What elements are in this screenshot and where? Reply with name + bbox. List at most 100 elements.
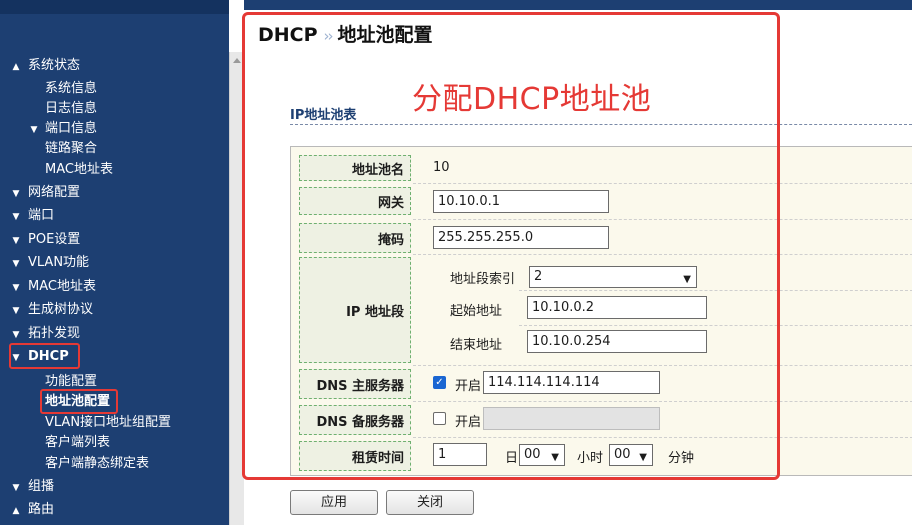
start-address-label: 起始地址	[450, 304, 503, 319]
row-divider	[413, 365, 912, 366]
pool-form-panel: 地址池名 10 网关 10.10.0.1 掩码 255.255.255.0 IP…	[290, 146, 912, 476]
sidebar-item-routing[interactable]: ▲ 路由	[0, 501, 54, 520]
breadcrumb-separator-icon: ››	[323, 27, 334, 45]
sidebar-item-log-info[interactable]: 日志信息	[45, 100, 97, 118]
sidebar-topbar	[0, 0, 229, 14]
sidebar-item-system-status[interactable]: ▲ 系统状态	[0, 57, 80, 76]
mask-input[interactable]: 255.255.255.0	[433, 226, 609, 249]
sidebar-item-label: VLAN功能	[28, 255, 90, 270]
chevron-down-icon: ▼	[12, 236, 20, 246]
start-address-input[interactable]: 10.10.0.2	[527, 296, 707, 319]
sidebar-item-label: 生成树协议	[28, 302, 94, 317]
apply-button[interactable]: 应用	[290, 490, 378, 515]
end-address-label: 结束地址	[450, 338, 503, 353]
lease-hours-select[interactable]: 00 ▼	[519, 444, 565, 466]
gateway-input[interactable]: 10.10.0.1	[433, 190, 609, 213]
page-title: 地址池配置	[337, 24, 433, 46]
row-divider	[413, 401, 912, 402]
range-index-value: 2	[534, 269, 543, 284]
mask-label: 掩码	[299, 223, 411, 253]
sidebar-item-mac-table-sub[interactable]: MAC地址表	[45, 161, 113, 179]
sidebar-item-port-info[interactable]: ▼ 端口信息	[31, 120, 98, 139]
range-index-label: 地址段索引	[450, 272, 516, 287]
ip-range-label: IP 地址段	[299, 257, 411, 363]
dns-primary-label: DNS 主服务器	[299, 369, 411, 399]
chevron-down-icon: ▼	[12, 212, 20, 222]
sidebar-item-spanning-tree[interactable]: ▼ 生成树协议	[0, 301, 93, 320]
sidebar-item-label: 网络配置	[28, 185, 81, 200]
annotation-text: 分配DHCP地址池	[412, 82, 652, 117]
chevron-up-icon: ▲	[12, 506, 20, 516]
row-divider	[413, 437, 912, 438]
row-divider	[413, 219, 912, 220]
checkmark-icon: ✓	[435, 377, 444, 388]
sidebar-item-multicast[interactable]: ▼ 组播	[0, 478, 54, 497]
dns-secondary-checkbox[interactable]	[433, 412, 446, 425]
top-band	[244, 0, 912, 10]
dns-primary-checkbox[interactable]: ✓	[433, 376, 446, 389]
sidebar: ▲ 系统状态 系统信息 日志信息 ▼ 端口信息 链路聚合 MAC地址表 ▼ 网络配置 …	[0, 0, 229, 525]
scrollbar-top-gap	[229, 0, 244, 52]
sidebar-item-mac-table[interactable]: ▼ MAC地址表	[0, 278, 96, 297]
sidebar-item-topology[interactable]: ▼ 拓扑发现	[0, 325, 80, 344]
dns-primary-input[interactable]: 114.114.114.114	[483, 371, 660, 394]
chevron-down-icon: ▼	[12, 330, 20, 340]
sidebar-item-label: 路由	[28, 502, 55, 517]
sidebar-item-system-info[interactable]: 系统信息	[45, 80, 97, 98]
section-divider	[290, 124, 912, 125]
chevron-down-icon: ▼	[683, 274, 691, 285]
sidebar-item-client-list[interactable]: 客户端列表	[45, 434, 110, 452]
breadcrumb-section: DHCP	[258, 24, 318, 46]
row-divider	[413, 183, 912, 184]
chevron-down-icon: ▼	[12, 259, 20, 269]
sidebar-scrollbar[interactable]	[229, 52, 244, 525]
sidebar-item-label: 系统状态	[28, 58, 81, 73]
pool-name-label: 地址池名	[299, 155, 411, 181]
dns-secondary-label: DNS 备服务器	[299, 405, 411, 435]
section-title: IP地址池表	[290, 108, 357, 123]
sidebar-item-label: 拓扑发现	[28, 326, 81, 341]
lease-hours-value: 00	[524, 447, 541, 462]
chevron-down-icon: ▼	[12, 283, 20, 293]
chevron-up-icon: ▲	[12, 62, 20, 72]
lease-minutes-select[interactable]: 00 ▼	[609, 444, 653, 466]
lease-time-label: 租赁时间	[299, 441, 411, 471]
range-index-select[interactable]: 2 ▼	[529, 266, 697, 288]
pool-config-highlight-box	[40, 389, 118, 414]
sidebar-item-port[interactable]: ▼ 端口	[0, 207, 54, 226]
end-address-input[interactable]: 10.10.0.254	[527, 330, 707, 353]
chevron-down-icon: ▼	[12, 306, 20, 316]
sidebar-item-link-aggregation[interactable]: 链路聚合	[45, 140, 97, 158]
close-button[interactable]: 关闭	[386, 490, 474, 515]
chevron-down-icon: ▼	[12, 189, 20, 199]
sidebar-item-label: 端口信息	[45, 121, 98, 136]
sidebar-item-label: 组播	[28, 479, 55, 494]
chevron-down-icon: ▼	[551, 452, 559, 463]
dns-secondary-input[interactable]	[483, 407, 660, 430]
sidebar-item-vlan-interface-pool[interactable]: VLAN接口地址组配置	[45, 414, 171, 432]
pool-name-value: 10	[433, 160, 450, 175]
dns-secondary-enable-label: 开启	[455, 415, 482, 430]
sidebar-item-label: POE设置	[28, 232, 81, 247]
row-divider	[413, 254, 912, 255]
lease-days-unit: 日	[505, 451, 519, 466]
sidebar-item-vlan[interactable]: ▼ VLAN功能	[0, 254, 90, 273]
sidebar-item-client-static-binding[interactable]: 客户端静态绑定表	[45, 455, 149, 473]
lease-minutes-value: 00	[614, 447, 631, 462]
lease-days-input[interactable]: 1	[433, 443, 487, 466]
sidebar-item-label: 端口	[28, 208, 55, 223]
gateway-label: 网关	[299, 187, 411, 215]
sidebar-item-poe[interactable]: ▼ POE设置	[0, 231, 81, 250]
chevron-down-icon: ▼	[12, 483, 20, 493]
row-divider	[519, 325, 912, 326]
sidebar-item-network-config[interactable]: ▼ 网络配置	[0, 184, 80, 203]
dns-primary-enable-label: 开启	[455, 379, 482, 394]
chevron-down-icon: ▼	[30, 125, 38, 135]
chevron-down-icon: ▼	[639, 452, 647, 463]
scroll-up-icon[interactable]	[233, 58, 241, 63]
dhcp-highlight-box	[9, 343, 80, 369]
lease-minutes-unit: 分钟	[668, 451, 695, 466]
breadcrumb: DHCP ›› 地址池配置	[258, 20, 433, 47]
row-divider	[519, 290, 912, 291]
lease-hours-unit: 小时	[577, 451, 604, 466]
